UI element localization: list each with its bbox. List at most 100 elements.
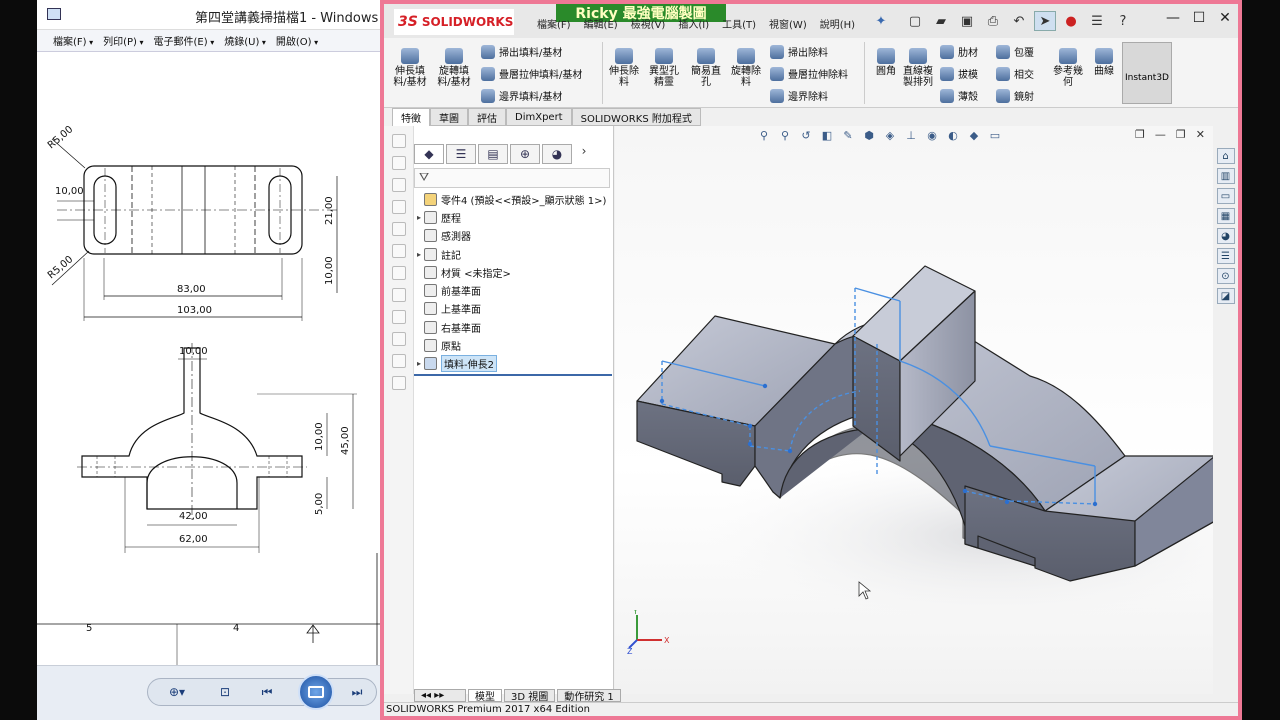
instant3d-button[interactable]: Instant3D	[1122, 42, 1172, 104]
boundary-cut-button[interactable]: 邊界除料	[770, 87, 848, 104]
sidebar-tool-icon[interactable]	[391, 288, 406, 302]
view-palette-icon[interactable]: ▦	[1216, 208, 1235, 224]
tree-item-part[interactable]: 零件4 (預設<<預設>_顯示狀態 1>)	[414, 190, 614, 208]
sidebar-tool-icon[interactable]	[391, 310, 406, 324]
tree-item-top-plane[interactable]: 上基準面	[414, 300, 614, 318]
viewer-menu-email[interactable]: 電子郵件(E)	[152, 31, 217, 50]
file-explorer-icon[interactable]: ▭	[1216, 188, 1235, 204]
sw-menu-insert[interactable]: 插入(I)	[678, 16, 709, 31]
close-icon[interactable]: ✕	[1218, 10, 1232, 26]
minimize-icon[interactable]: —	[1166, 10, 1180, 26]
sw-resources-icon[interactable]: ⌂	[1216, 148, 1235, 164]
hole-wizard-button[interactable]: 異型孔 精靈	[644, 48, 684, 88]
help-question-icon[interactable]: ?	[1112, 11, 1134, 31]
extrude-boss-button[interactable]: 伸長填 料/基材	[390, 48, 430, 88]
appearances-icon[interactable]: ◕	[1216, 228, 1235, 244]
property-manager-tab-icon[interactable]: ☰	[446, 144, 476, 164]
rollback-bar[interactable]	[414, 374, 612, 376]
zoom-icon[interactable]: ⊕▾	[164, 682, 190, 702]
sw-menu-help[interactable]: 說明(H)	[820, 16, 855, 31]
3d-content-icon[interactable]: ◪	[1216, 288, 1235, 304]
sw-menu-view[interactable]: 檢視(V)	[631, 16, 666, 31]
slideshow-button[interactable]	[298, 674, 334, 710]
tab-evaluate[interactable]: 評估	[468, 108, 506, 126]
sidebar-tool-icon[interactable]	[391, 266, 406, 280]
sw-menu-tools[interactable]: 工具(T)	[722, 16, 756, 31]
viewer-menu-open[interactable]: 開啟(O)	[274, 31, 320, 50]
tab-features[interactable]: 特徵	[392, 108, 430, 126]
extrude-cut-button[interactable]: 伸長除 料	[604, 48, 644, 88]
sw-menu-window[interactable]: 視窗(W)	[769, 16, 807, 31]
linear-pattern-button[interactable]: 直線複 製排列	[898, 48, 938, 88]
new-document-icon[interactable]: ▢	[904, 11, 926, 31]
tab-addins[interactable]: SOLIDWORKS 附加程式	[571, 108, 701, 126]
tab-model[interactable]: 模型	[468, 689, 502, 703]
select-cursor-icon[interactable]: ➤	[1034, 11, 1056, 31]
tree-item-origin[interactable]: 原點	[414, 336, 614, 354]
intersect-button[interactable]: 相交	[996, 65, 1034, 82]
options-icon[interactable]: ☰	[1086, 11, 1108, 31]
sw-menu-file[interactable]: 檔案(F)	[537, 16, 571, 31]
sidebar-tool-icon[interactable]	[391, 332, 406, 346]
maximize-icon[interactable]: ☐	[1192, 10, 1206, 26]
configuration-manager-tab-icon[interactable]: ▤	[478, 144, 508, 164]
expand-arrow-icon[interactable]: ▸	[414, 213, 424, 222]
reference-geometry-button[interactable]: 參考幾 何	[1048, 48, 1088, 88]
tab-dimxpert[interactable]: DimXpert	[506, 108, 572, 126]
sidebar-tool-icon[interactable]	[391, 222, 406, 236]
viewer-menu-burn[interactable]: 燒錄(U)	[222, 31, 268, 50]
viewer-menu-file[interactable]: 檔案(F)	[51, 31, 95, 50]
sidebar-tool-icon[interactable]	[391, 178, 406, 192]
revolve-cut-button[interactable]: 旋轉除 料	[726, 48, 766, 88]
undo-icon[interactable]: ↶	[1008, 11, 1030, 31]
solidworks-logo[interactable]: 3S SOLIDWORKS	[394, 9, 514, 35]
rebuild-traffic-light-icon[interactable]: ●	[1060, 11, 1082, 31]
tab-motion-study[interactable]: 動作研究 1	[557, 689, 621, 703]
sidebar-tool-icon[interactable]	[391, 376, 406, 390]
viewer-menu-print[interactable]: 列印(P)	[101, 31, 145, 50]
tab-sketch[interactable]: 草圖	[430, 108, 468, 126]
chevron-right-icon[interactable]: ›	[574, 144, 594, 164]
display-manager-tab-icon[interactable]: ◕	[542, 144, 572, 164]
revolve-boss-button[interactable]: 旋轉填 料/基材	[434, 48, 474, 88]
print-icon[interactable]: ⎙	[982, 11, 1004, 31]
design-library-icon[interactable]: ▥	[1216, 168, 1235, 184]
sidebar-tool-icon[interactable]	[391, 354, 406, 368]
wrap-button[interactable]: 包覆	[996, 43, 1034, 60]
tree-item-front-plane[interactable]: 前基準面	[414, 281, 614, 299]
simple-hole-button[interactable]: 簡易直 孔	[686, 48, 726, 88]
rib-button[interactable]: 肋材	[940, 43, 978, 60]
open-folder-icon[interactable]: ▰	[930, 11, 952, 31]
tab-scroll-arrows-icon[interactable]: ◂◂ ▸▸	[414, 689, 466, 702]
curves-button[interactable]: 曲線	[1084, 48, 1124, 77]
previous-icon[interactable]: ⏮	[254, 682, 280, 702]
custom-properties-icon[interactable]: ☰	[1216, 248, 1235, 264]
sidebar-tool-icon[interactable]	[391, 156, 406, 170]
tree-filter[interactable]: ⛛	[414, 168, 610, 188]
next-icon[interactable]: ⏭	[344, 682, 370, 702]
graphics-area[interactable]: ⚲ ⚲ ↺ ◧ ✎ ⬢ ◈ ⊥ ◉ ◐ ◆ ▭ ❐ — ❐ ✕ Y X Z	[615, 126, 1213, 694]
dimxpert-manager-tab-icon[interactable]: ⊕	[510, 144, 540, 164]
tree-item-annotations[interactable]: ▸ 註記	[414, 245, 614, 263]
sw-menu-edit[interactable]: 編輯(E)	[584, 16, 618, 31]
sidebar-tool-icon[interactable]	[391, 244, 406, 258]
loft-cut-button[interactable]: 疊層拉伸除料	[770, 65, 848, 82]
expand-arrow-icon[interactable]: ▸	[414, 359, 424, 368]
sidebar-tool-icon[interactable]	[391, 134, 406, 148]
expand-arrow-icon[interactable]: ▸	[414, 250, 424, 259]
pin-icon[interactable]: ✦	[870, 11, 892, 31]
tree-item-sensors[interactable]: 感測器	[414, 227, 614, 245]
tree-item-history[interactable]: ▸ 歷程	[414, 208, 614, 226]
tree-item-right-plane[interactable]: 右基準面	[414, 318, 614, 336]
actual-size-icon[interactable]: ⊡	[212, 682, 238, 702]
sw-forum-icon[interactable]: ⊙	[1216, 268, 1235, 284]
feature-tree-tab-icon[interactable]: ◆	[414, 144, 444, 164]
save-icon[interactable]: ▣	[956, 11, 978, 31]
tree-item-boss-extrude2[interactable]: ▸ 填料-伸長2	[414, 355, 614, 373]
boundary-boss-button[interactable]: 邊界填料/基材	[481, 87, 582, 104]
shell-button[interactable]: 薄殼	[940, 87, 978, 104]
mirror-button[interactable]: 鏡射	[996, 87, 1034, 104]
tree-item-material[interactable]: 材質 <未指定>	[414, 263, 614, 281]
sweep-cut-button[interactable]: 掃出除料	[770, 43, 848, 60]
tab-3d-views[interactable]: 3D 視圖	[504, 689, 556, 703]
